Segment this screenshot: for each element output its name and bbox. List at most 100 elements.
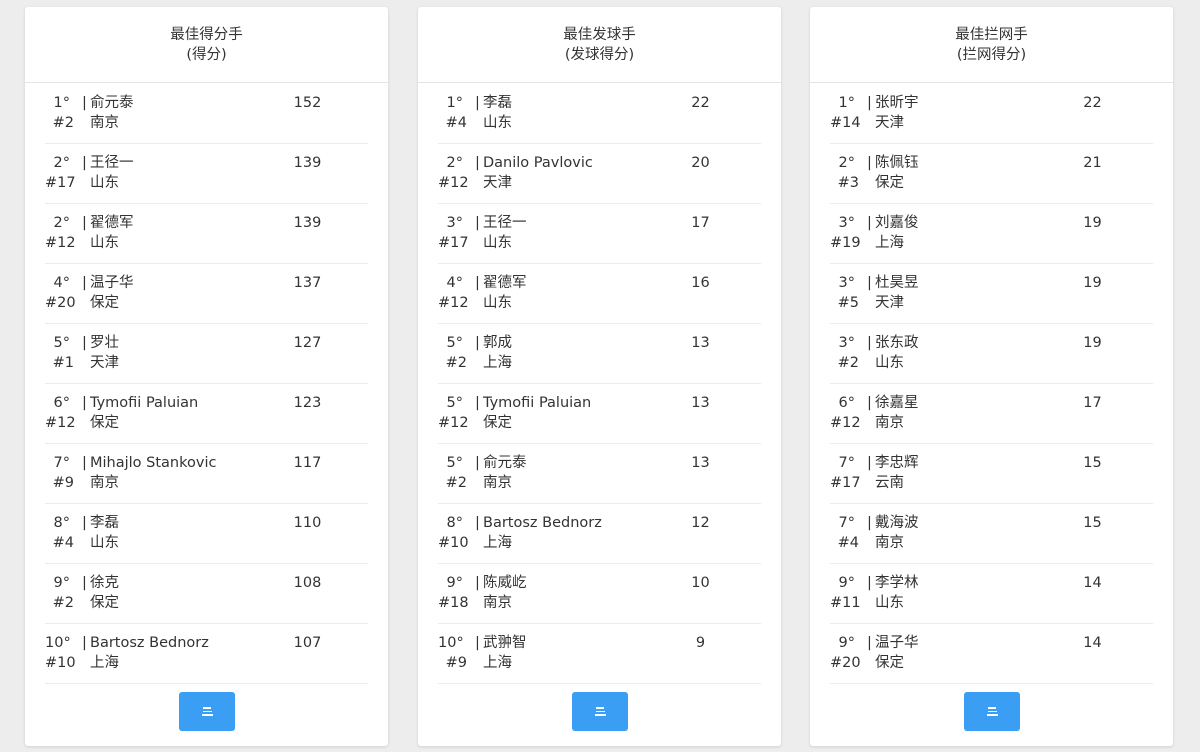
card-title: 最佳得分手 [170, 27, 243, 43]
jersey-number: #14 [830, 115, 861, 131]
stat-value: 9 [695, 635, 706, 651]
ranking-row: 2° Danilo Pavlovic #12 天津 20 | [438, 144, 761, 204]
team-name: 南京 [483, 475, 512, 491]
player-name: 翟德军 [483, 275, 527, 291]
ranking-row: 8° Bartosz Bednorz #10 上海 12 | [438, 504, 761, 564]
separator: | [867, 395, 872, 411]
player-name: 徐克 [90, 575, 119, 591]
show-more-button[interactable] [572, 692, 628, 731]
stat-value: 19 [1083, 275, 1102, 291]
player-name: 罗壮 [90, 335, 119, 351]
team-name: 保定 [90, 595, 119, 611]
player-name: 王径一 [90, 155, 134, 171]
team-name: 天津 [90, 355, 119, 371]
separator: | [867, 95, 872, 111]
player-name: 李磊 [90, 515, 119, 531]
rank-label: 5° [446, 455, 463, 471]
jersey-number: #2 [445, 475, 467, 491]
menu-lines-icon [201, 707, 213, 716]
rank-label: 2° [838, 155, 855, 171]
rank-label: 5° [53, 335, 70, 351]
rank-label: 9° [53, 575, 70, 591]
separator: | [867, 575, 872, 591]
separator: | [82, 635, 87, 651]
jersey-number: #17 [45, 175, 76, 191]
rank-label: 7° [838, 515, 855, 531]
player-name: 翟德军 [90, 215, 134, 231]
ranking-list: 1° 李磊 #4 山东 22 | 2° Danilo Pavlovic #12 天津 20 | 3° 王径… [438, 84, 761, 684]
ranking-row: 10° Bartosz Bednorz #10 上海 107 | [45, 624, 368, 684]
ranking-row: 2° 翟德军 #12 山东 139 | [45, 204, 368, 264]
team-name: 保定 [483, 415, 512, 431]
ranking-row: 3° 刘嘉俊 #19 上海 19 | [830, 204, 1153, 264]
rank-label: 6° [838, 395, 855, 411]
rank-label: 3° [838, 215, 855, 231]
stat-value: 13 [691, 395, 710, 411]
player-name: 王径一 [483, 215, 527, 231]
ranking-row: 9° 温子华 #20 保定 14 | [830, 624, 1153, 684]
stat-value: 139 [293, 215, 322, 231]
jersey-number: #4 [445, 115, 467, 131]
jersey-number: #11 [830, 595, 861, 611]
team-name: 南京 [90, 115, 119, 131]
player-name: 李磊 [483, 95, 512, 111]
stat-value: 12 [691, 515, 710, 531]
separator: | [82, 515, 87, 531]
ranking-row: 4° 翟德军 #12 山东 16 | [438, 264, 761, 324]
separator: | [475, 515, 480, 531]
team-name: 南京 [483, 595, 512, 611]
jersey-number: #4 [837, 535, 859, 551]
card-subtitle: (得分) [186, 47, 227, 63]
jersey-number: #20 [45, 295, 76, 311]
jersey-number: #12 [45, 235, 76, 251]
team-name: 山东 [875, 355, 904, 371]
menu-lines-icon [986, 707, 998, 716]
rank-label: 4° [446, 275, 463, 291]
ranking-row: 3° 王径一 #17 山东 17 | [438, 204, 761, 264]
player-name: 郭成 [483, 335, 512, 351]
leaderboard-card-top-blockers: 最佳拦网手 (拦网得分) 1° 张昕宇 #14 天津 22 | 2° 陈佩钰 #3 保定 21 | 3° 刘嘉… [810, 7, 1173, 746]
rank-label: 10° [438, 635, 464, 651]
jersey-number: #17 [438, 235, 469, 251]
jersey-number: #1 [52, 355, 74, 371]
team-name: 保定 [90, 295, 119, 311]
player-name: 杜昊昱 [875, 275, 919, 291]
player-name: 陈威屹 [483, 575, 527, 591]
rank-label: 2° [53, 155, 70, 171]
separator: | [867, 455, 872, 471]
show-more-button[interactable] [179, 692, 235, 731]
rank-label: 7° [53, 455, 70, 471]
team-name: 山东 [483, 235, 512, 251]
team-name: 山东 [483, 115, 512, 131]
separator: | [475, 335, 480, 351]
ranking-row: 5° 郭成 #2 上海 13 | [438, 324, 761, 384]
separator: | [82, 155, 87, 171]
rank-label: 2° [446, 155, 463, 171]
jersey-number: #10 [438, 535, 469, 551]
team-name: 山东 [483, 295, 512, 311]
ranking-row: 2° 王径一 #17 山东 139 | [45, 144, 368, 204]
jersey-number: #9 [445, 655, 467, 671]
ranking-row: 9° 李学林 #11 山东 14 | [830, 564, 1153, 624]
leaderboard-card-top-scorers: 最佳得分手 (得分) 1° 俞元泰 #2 南京 152 | 2° 王径一 #17 山东 139 | 2° 翟德… [25, 7, 388, 746]
stat-value: 16 [691, 275, 710, 291]
show-more-button[interactable] [964, 692, 1020, 731]
team-name: 南京 [875, 535, 904, 551]
stat-value: 107 [293, 635, 322, 651]
card-subtitle: (拦网得分) [956, 47, 1027, 63]
jersey-number: #10 [45, 655, 76, 671]
separator: | [867, 275, 872, 291]
jersey-number: #20 [830, 655, 861, 671]
stat-value: 152 [293, 95, 322, 111]
separator: | [82, 335, 87, 351]
card-title: 最佳拦网手 [955, 27, 1028, 43]
separator: | [867, 515, 872, 531]
card-header: 最佳发球手 (发球得分) [418, 7, 781, 83]
ranking-row: 2° 陈佩钰 #3 保定 21 | [830, 144, 1153, 204]
stat-value: 13 [691, 455, 710, 471]
rank-label: 1° [446, 95, 463, 111]
rank-label: 5° [446, 395, 463, 411]
player-name: 张东政 [875, 335, 919, 351]
jersey-number: #9 [52, 475, 74, 491]
separator: | [867, 155, 872, 171]
